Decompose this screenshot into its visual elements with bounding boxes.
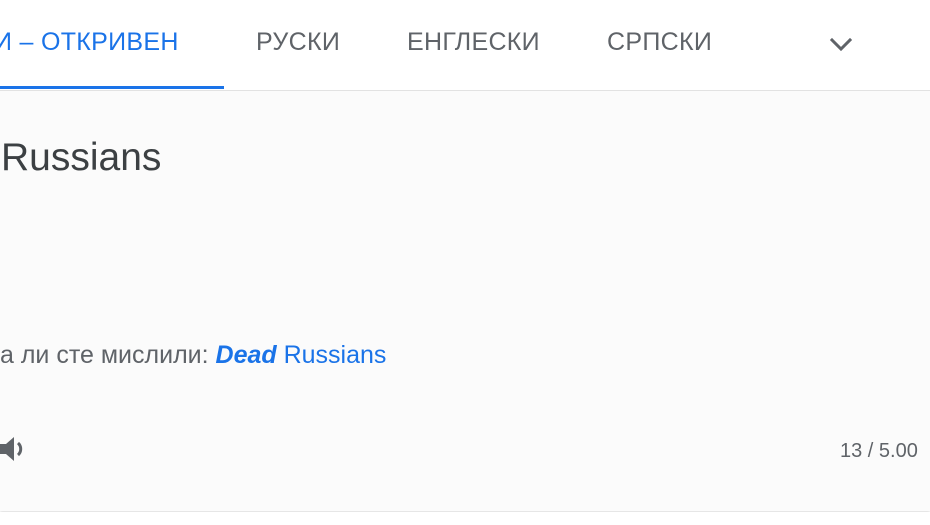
bottom-strip — [0, 512, 930, 525]
tab-russian[interactable]: РУСКИ — [256, 28, 340, 57]
suggestion-rest[interactable]: Russians — [277, 341, 387, 369]
suggestion-emphasized-word[interactable]: Dead — [216, 341, 277, 369]
translate-widget: И – ОТКРИВЕН РУСКИ ЕНГЛЕСКИ СРПСКИ Russi… — [0, 0, 930, 525]
active-tab-indicator — [0, 86, 224, 89]
tab-detect-language[interactable]: И – ОТКРИВЕН — [0, 28, 179, 57]
character-counter: 13 / 5.00 — [840, 440, 918, 462]
tab-serbian[interactable]: СРПСКИ — [607, 28, 712, 57]
speaker-icon[interactable] — [0, 431, 30, 467]
source-text-panel[interactable]: Russians а ли сте мислили: Dead Russians… — [0, 91, 930, 511]
source-text[interactable]: Russians — [1, 136, 161, 180]
suggestion-prefix: а ли сте мислили: — [0, 341, 216, 369]
did-you-mean-suggestion: а ли сте мислили: Dead Russians — [0, 341, 386, 370]
suggestion-link[interactable]: Dead Russians — [216, 341, 387, 369]
chevron-down-icon[interactable] — [826, 30, 856, 60]
language-tabs-bar: И – ОТКРИВЕН РУСКИ ЕНГЛЕСКИ СРПСКИ — [0, 0, 930, 91]
tab-english[interactable]: ЕНГЛЕСКИ — [407, 28, 540, 57]
